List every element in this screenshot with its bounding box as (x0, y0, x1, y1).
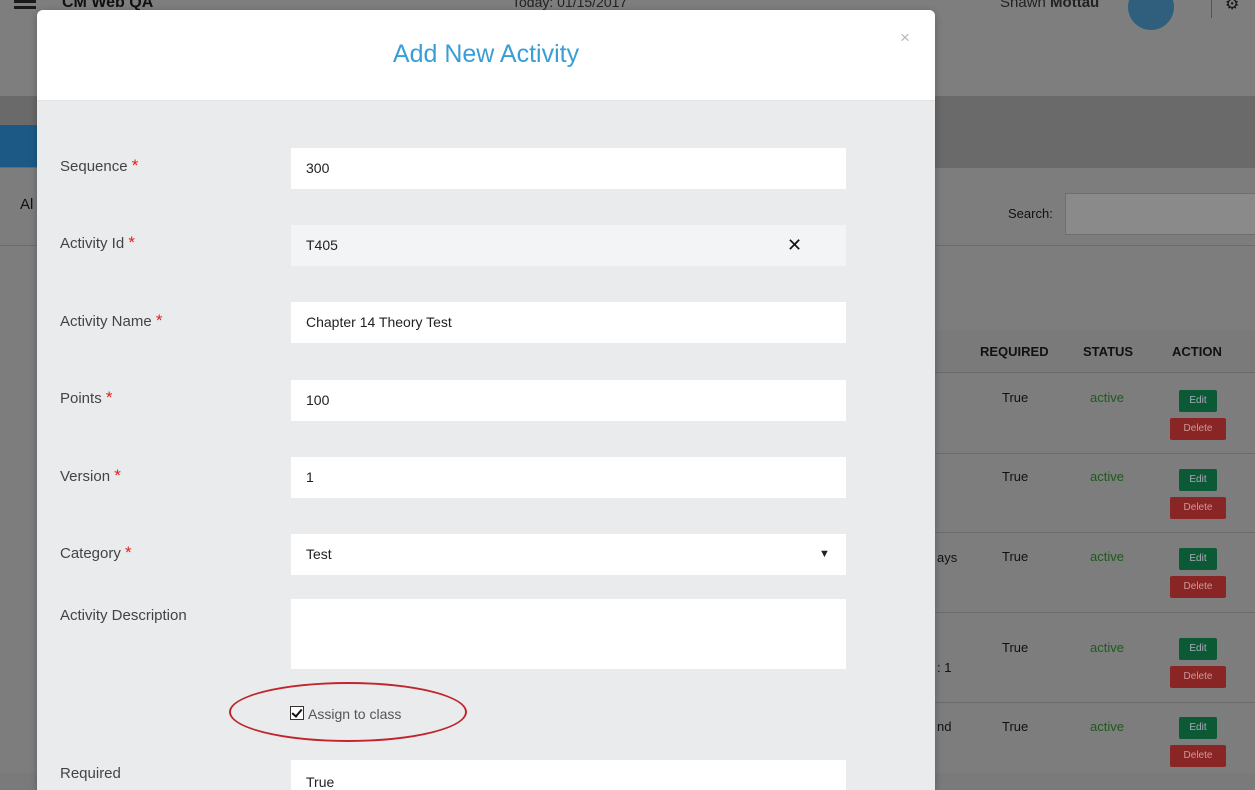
caret-down-icon[interactable]: ▼ (819, 548, 830, 560)
column-header-status: STATUS (1083, 344, 1134, 359)
table-cell-fragment: nd (937, 719, 952, 734)
close-icon[interactable]: × (900, 28, 910, 48)
edit-button[interactable]: Edit (1179, 469, 1217, 491)
search-label: Search: (1008, 206, 1053, 221)
delete-button[interactable]: Delete (1170, 666, 1226, 688)
table-row-divider (935, 612, 1255, 613)
edit-button[interactable]: Edit (1179, 717, 1217, 739)
required-asterisk: * (131, 156, 139, 175)
points-input[interactable]: 100 (291, 380, 846, 421)
activity-id-label-text: Activity Id (60, 235, 125, 252)
sequence-label-text: Sequence (60, 158, 128, 175)
table-cell-required: True (1002, 640, 1029, 655)
required-asterisk: * (114, 466, 121, 485)
table-row-divider (935, 453, 1255, 454)
table-cell-status: active (1090, 719, 1124, 734)
modal-title: Add New Activity (392, 40, 580, 68)
user-last-name: Mottau (1050, 0, 1100, 11)
table-cell-status: active (1090, 549, 1124, 564)
assign-to-class-label: Assign to class (308, 706, 402, 722)
activity-name-label: Activity Name * (60, 311, 162, 331)
points-label-text: Points (60, 390, 102, 407)
version-label-text: Version (60, 468, 111, 485)
table-row-divider (935, 702, 1255, 703)
avatar[interactable] (1128, 0, 1174, 30)
required-label: Required (60, 765, 121, 782)
active-nav-tab[interactable] (0, 125, 40, 167)
column-header-action: ACTION (1172, 344, 1222, 359)
required-select-value: True (306, 774, 335, 790)
checkbox-checked-icon[interactable] (290, 706, 304, 720)
required-asterisk: * (155, 311, 163, 330)
category-select[interactable]: Test (291, 534, 846, 575)
sequence-label: Sequence * (60, 156, 138, 176)
sequence-input[interactable]: 300 (291, 148, 846, 189)
hamburger-menu-icon[interactable] (14, 0, 36, 9)
required-asterisk: * (105, 388, 113, 407)
activity-name-input[interactable]: Chapter 14 Theory Test (291, 302, 846, 343)
table-cell-status: active (1090, 640, 1124, 655)
required-select[interactable]: True (291, 760, 846, 790)
required-asterisk: * (125, 543, 132, 562)
category-label-text: Category (60, 545, 121, 562)
table-cell-status: active (1090, 469, 1124, 484)
column-header-required: REQUIRED (980, 344, 1049, 359)
edit-button[interactable]: Edit (1179, 390, 1217, 412)
table-cell-required: True (1002, 719, 1029, 734)
table-cell-status: active (1090, 390, 1124, 405)
table-cell-required: True (1002, 469, 1029, 484)
add-activity-modal: Add New Activity × Sequence * 300 Activi… (37, 10, 935, 790)
activity-description-label: Activity Description (60, 607, 187, 624)
activity-description-textarea[interactable] (291, 599, 846, 669)
page-heading-fragment: Al (20, 196, 34, 213)
version-input[interactable]: 1 (291, 457, 846, 498)
gear-icon[interactable]: ⚙ (1225, 0, 1239, 14)
edit-button[interactable]: Edit (1179, 548, 1217, 570)
clear-icon[interactable]: ✕ (787, 235, 802, 256)
activity-id-label: Activity Id * (60, 233, 135, 253)
modal-header: Add New Activity × (37, 10, 935, 101)
delete-button[interactable]: Delete (1170, 418, 1226, 440)
delete-button[interactable]: Delete (1170, 497, 1226, 519)
navbar-divider (1211, 0, 1212, 18)
assign-to-class-checkbox[interactable]: Assign to class (290, 706, 401, 722)
points-label: Points * (60, 388, 113, 408)
user-first-name: Shawn (1000, 0, 1046, 11)
activity-name-label-text: Activity Name (60, 313, 152, 330)
required-asterisk: * (128, 233, 135, 252)
table-cell-required: True (1002, 390, 1029, 405)
table-cell-fragment: ays (937, 550, 958, 565)
table-cell-fragment: : 1 (937, 660, 952, 675)
version-label: Version * (60, 466, 121, 486)
category-label: Category * (60, 543, 132, 563)
delete-button[interactable]: Delete (1170, 745, 1226, 767)
table-row-divider (935, 532, 1255, 533)
delete-button[interactable]: Delete (1170, 576, 1226, 598)
date-display: Today: 01/15/2017 (512, 0, 628, 10)
search-input[interactable] (1065, 193, 1255, 235)
activity-id-input[interactable]: T405 (291, 225, 846, 266)
table-cell-required: True (1002, 549, 1029, 564)
edit-button[interactable]: Edit (1179, 638, 1217, 660)
user-name[interactable]: Shawn Mottau (1000, 0, 1099, 11)
